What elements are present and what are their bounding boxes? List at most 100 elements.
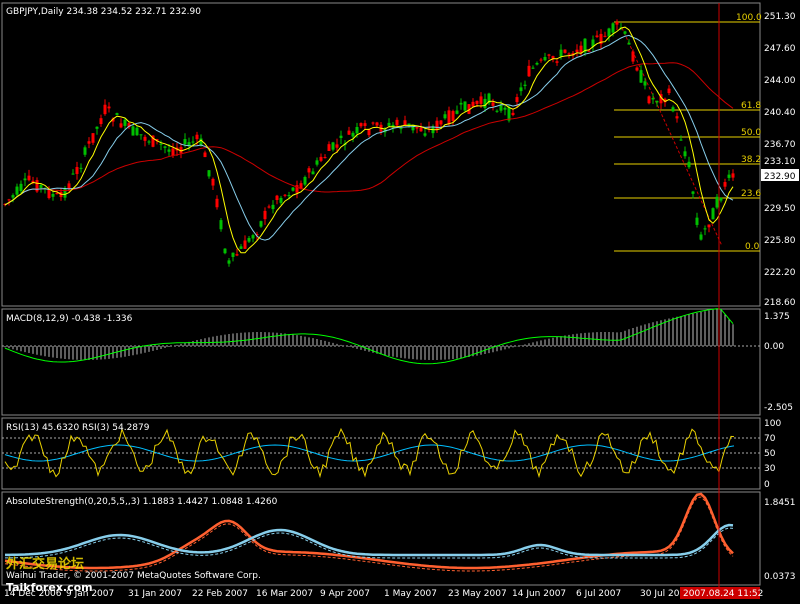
candle-body bbox=[587, 50, 591, 52]
abs-tick: 0.0373 bbox=[764, 572, 796, 582]
time-tick: 1 May 2007 bbox=[384, 589, 437, 599]
price-tick: 244.00 bbox=[764, 76, 796, 86]
candle-body bbox=[535, 63, 539, 65]
candle-body bbox=[191, 141, 195, 143]
candle-body bbox=[707, 224, 711, 228]
candle-body bbox=[47, 189, 51, 199]
candle-body bbox=[103, 104, 107, 115]
time-tick: 22 Feb 2007 bbox=[192, 589, 248, 599]
candle-body bbox=[679, 139, 683, 141]
macd-axis[interactable]: 1.375 0.00 -2.505 bbox=[764, 312, 793, 413]
rsi-tick: 70 bbox=[764, 434, 776, 444]
candle-body bbox=[215, 198, 219, 208]
candle-body bbox=[259, 221, 263, 227]
candle-body bbox=[471, 101, 475, 107]
candle-body bbox=[483, 98, 487, 108]
candle-body bbox=[167, 149, 171, 152]
candle-body bbox=[611, 23, 615, 33]
candle-body bbox=[559, 49, 563, 57]
candle-body bbox=[499, 105, 503, 111]
candle-body bbox=[655, 100, 659, 103]
candle-body bbox=[371, 122, 375, 124]
candle-body bbox=[55, 192, 59, 195]
candle-body bbox=[615, 21, 619, 25]
candle-body bbox=[675, 116, 679, 119]
candle-body bbox=[419, 127, 423, 132]
chart-window[interactable]: 100.0 61.8 50.0 38.2 23.6 0.0 GBPJPY,Dai… bbox=[0, 0, 800, 600]
candle-body bbox=[551, 56, 555, 59]
macd-pane[interactable] bbox=[1, 308, 761, 416]
abs-header: AbsoluteStrength(0,20,5,5,,3) 1.1883 1.4… bbox=[6, 497, 278, 507]
time-tick: 9 Jan 2007 bbox=[66, 589, 114, 599]
candle-body bbox=[219, 220, 223, 230]
price-tick: 222.20 bbox=[764, 268, 796, 278]
candle-body bbox=[463, 101, 467, 111]
time-tick: 31 Jan 2007 bbox=[128, 589, 182, 599]
fib-label: 38.2 bbox=[741, 155, 761, 165]
candle-body bbox=[331, 142, 335, 150]
candle-body bbox=[719, 197, 723, 201]
macd-tick: -2.505 bbox=[764, 403, 793, 413]
candle-body bbox=[443, 114, 447, 119]
macd-header: MACD(8,12,9) -0.438 -1.336 bbox=[6, 314, 133, 324]
candle-body bbox=[475, 100, 479, 104]
rsi-tick: 30 bbox=[764, 464, 776, 474]
candle-body bbox=[231, 252, 235, 257]
candle-body bbox=[19, 183, 23, 192]
candle-body bbox=[423, 133, 427, 136]
candle-body bbox=[439, 120, 443, 125]
abs-axis[interactable]: 1.8451 0.0373 bbox=[764, 498, 796, 582]
candle-body bbox=[387, 122, 391, 126]
price-tick: 233.10 bbox=[764, 157, 796, 167]
candle-body bbox=[555, 61, 559, 63]
candle-body bbox=[87, 141, 91, 144]
candle-body bbox=[435, 120, 439, 130]
candle-body bbox=[511, 112, 515, 116]
candle-body bbox=[247, 238, 251, 242]
candle-body bbox=[455, 110, 459, 114]
candle-body bbox=[39, 184, 43, 188]
candle-body bbox=[91, 133, 95, 143]
candle-body bbox=[491, 102, 495, 106]
candle-body bbox=[603, 35, 607, 37]
watermark-copyright: Waihui Trader, © 2001-2007 MetaQuotes So… bbox=[6, 571, 261, 581]
candle-body bbox=[547, 54, 551, 56]
price-axis[interactable]: 251.30 247.60 244.00 240.40 236.70 232.9… bbox=[761, 12, 799, 308]
candle-body bbox=[519, 87, 523, 92]
price-pane[interactable] bbox=[1, 2, 761, 307]
price-tick: 247.60 bbox=[764, 44, 796, 54]
rsi-axis[interactable]: 100 70 50 30 0 bbox=[764, 419, 781, 490]
time-tick: 23 May 2007 bbox=[448, 589, 507, 599]
candle-body bbox=[7, 199, 11, 201]
candle-body bbox=[691, 191, 695, 194]
candle-body bbox=[115, 113, 119, 115]
candle-body bbox=[459, 102, 463, 105]
fib-label: 100.0 bbox=[736, 13, 762, 23]
macd-tick: 0.00 bbox=[764, 342, 784, 352]
price-tick: 229.50 bbox=[764, 204, 796, 214]
candle-body bbox=[75, 167, 79, 174]
candle-body bbox=[355, 127, 359, 134]
candle-body bbox=[123, 119, 127, 126]
price-tick: 251.30 bbox=[764, 12, 796, 22]
candle-body bbox=[171, 148, 175, 156]
price-header: GBPJPY,Daily 234.38 234.52 232.71 232.90 bbox=[6, 7, 201, 17]
rsi-tick: 0 bbox=[764, 480, 770, 490]
candle-body bbox=[703, 228, 707, 230]
candle-body bbox=[687, 161, 691, 168]
candle-body bbox=[367, 129, 371, 136]
candle-body bbox=[567, 53, 571, 55]
candle-body bbox=[323, 157, 327, 159]
candle-body bbox=[99, 118, 103, 125]
candle-body bbox=[79, 167, 83, 169]
candle-body bbox=[359, 123, 363, 127]
candle-body bbox=[731, 173, 735, 178]
candle-body bbox=[239, 246, 243, 249]
candle-body bbox=[311, 171, 315, 175]
time-axis[interactable]: 14 Dec 2006 9 Jan 2007 31 Jan 2007 22 Fe… bbox=[4, 587, 763, 599]
candle-body bbox=[447, 110, 451, 125]
candle-body bbox=[339, 135, 343, 139]
candle-body bbox=[347, 130, 351, 135]
fib-label: 23.6 bbox=[741, 189, 761, 199]
candle-body bbox=[727, 174, 731, 178]
